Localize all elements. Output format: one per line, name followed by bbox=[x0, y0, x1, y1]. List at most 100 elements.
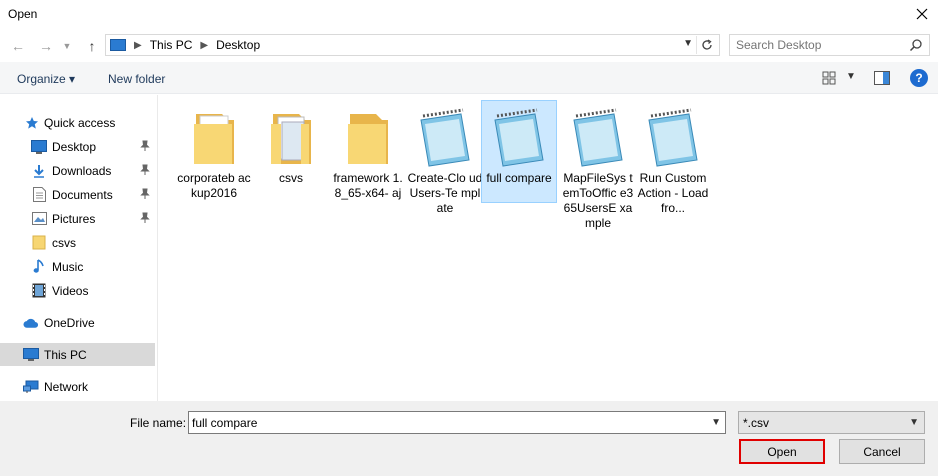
file-name: Create-Clo udUsers-Te mplate bbox=[407, 171, 483, 215]
address-dropdown-icon[interactable]: ▼ bbox=[683, 38, 693, 49]
document-icon bbox=[31, 187, 47, 203]
breadcrumb: ▶ This PC ▶ Desktop bbox=[134, 38, 260, 52]
file-item-mapfilesystem[interactable]: MapFileSys temToOffic e365UsersE xample bbox=[560, 100, 636, 235]
computer-icon bbox=[23, 347, 39, 363]
sidebar-item-documents[interactable]: Documents bbox=[0, 183, 155, 206]
picture-icon bbox=[31, 211, 47, 227]
sidebar-item-pictures[interactable]: Pictures bbox=[0, 207, 155, 230]
file-name: MapFileSys temToOffic e365UsersE xample bbox=[562, 171, 634, 230]
download-icon bbox=[31, 163, 47, 179]
sidebar-item-onedrive[interactable]: OneDrive bbox=[0, 311, 155, 334]
file-name: full compare bbox=[486, 171, 552, 185]
file-type-value: *.csv bbox=[743, 416, 770, 430]
close-button[interactable] bbox=[906, 0, 938, 28]
file-name-label: File name: bbox=[130, 416, 187, 430]
command-toolbar: Organize ▾ New folder ▼ ? bbox=[0, 62, 938, 94]
sidebar-item-label: Downloads bbox=[52, 163, 112, 178]
sidebar-item-label: OneDrive bbox=[44, 315, 95, 330]
title-bar: Open bbox=[0, 0, 938, 30]
forward-button[interactable]: → bbox=[36, 37, 56, 55]
music-note-icon bbox=[31, 259, 47, 275]
file-item-create-cloudusers-template[interactable]: Create-Clo udUsers-Te mplate bbox=[407, 100, 483, 235]
breadcrumb-this-pc[interactable]: This PC bbox=[150, 38, 193, 52]
recent-locations-button[interactable]: ▼ bbox=[60, 37, 74, 55]
sidebar-item-quick-access[interactable]: Quick access bbox=[0, 111, 155, 134]
forward-arrow-icon: → bbox=[39, 38, 53, 54]
chevron-down-icon: ▼ bbox=[62, 41, 72, 51]
sidebar-item-label: Network bbox=[44, 379, 89, 394]
sidebar-item-videos[interactable]: Videos bbox=[0, 279, 155, 302]
cancel-button[interactable]: Cancel bbox=[839, 439, 925, 464]
file-item-full-compare[interactable]: full compare bbox=[481, 100, 557, 203]
change-view-icon[interactable] bbox=[822, 71, 836, 85]
cloud-icon bbox=[23, 315, 39, 331]
file-item-corporatebackup2016[interactable]: corporateb ackup2016 bbox=[176, 100, 252, 235]
file-name-input[interactable] bbox=[192, 416, 702, 430]
sidebar-item-label: Documents bbox=[52, 187, 113, 202]
notepad-icon bbox=[648, 108, 698, 167]
sidebar-item-label: Music bbox=[52, 259, 84, 274]
sidebar-item-network[interactable]: Network bbox=[0, 375, 155, 398]
pin-icon[interactable] bbox=[140, 188, 150, 200]
pin-icon[interactable] bbox=[140, 212, 150, 224]
search-box[interactable] bbox=[729, 34, 930, 56]
search-input[interactable] bbox=[736, 38, 906, 52]
network-icon bbox=[23, 379, 39, 395]
sidebar-item-label: Quick access bbox=[44, 115, 116, 130]
address-bar[interactable]: ▶ This PC ▶ Desktop ▼ bbox=[105, 34, 720, 56]
help-button[interactable]: ? bbox=[910, 69, 928, 87]
file-name: csvs bbox=[279, 171, 303, 185]
breadcrumb-separator-icon[interactable]: ▶ bbox=[134, 40, 142, 51]
notepad-icon bbox=[494, 108, 544, 167]
view-options-dropdown-icon[interactable]: ▼ bbox=[846, 71, 856, 82]
organize-button[interactable]: Organize ▾ bbox=[17, 72, 75, 86]
folder-icon bbox=[348, 114, 388, 164]
sidebar-item-label: This PC bbox=[44, 347, 87, 362]
refresh-icon bbox=[701, 39, 712, 50]
pin-icon[interactable] bbox=[140, 164, 150, 176]
desktop-icon bbox=[31, 139, 47, 155]
pin-icon[interactable] bbox=[140, 140, 150, 152]
notepad-icon bbox=[420, 108, 470, 167]
back-button[interactable]: ← bbox=[8, 37, 28, 55]
close-icon bbox=[916, 8, 928, 20]
breadcrumb-desktop[interactable]: Desktop bbox=[216, 38, 260, 52]
file-item-csvs[interactable]: csvs bbox=[253, 100, 329, 235]
sidebar-item-label: Videos bbox=[52, 283, 89, 298]
address-row: ← → ▼ ↑ ▶ This PC ▶ Desktop ▼ bbox=[0, 31, 938, 61]
this-pc-icon bbox=[110, 39, 126, 51]
folder-icon bbox=[194, 114, 234, 164]
file-type-select[interactable]: *.csv ▼ bbox=[738, 411, 925, 434]
file-name: framework 1.8_65-x64- aj bbox=[333, 171, 403, 200]
up-button[interactable]: ↑ bbox=[82, 37, 102, 55]
refresh-button[interactable] bbox=[696, 36, 716, 54]
sidebar-item-desktop[interactable]: Desktop bbox=[0, 135, 155, 158]
star-icon bbox=[24, 115, 40, 131]
up-arrow-icon: ↑ bbox=[88, 38, 96, 54]
file-item-run-custom-action[interactable]: Run Custom Action - Load fro... bbox=[635, 100, 711, 235]
preview-pane-icon[interactable] bbox=[874, 71, 890, 85]
sidebar-item-downloads[interactable]: Downloads bbox=[0, 159, 155, 182]
open-button[interactable]: Open bbox=[739, 439, 825, 464]
dialog-footer: File name: ▼ *.csv ▼ Open Cancel bbox=[0, 401, 938, 476]
sidebar-item-csvs[interactable]: csvs bbox=[0, 231, 155, 254]
notepad-icon bbox=[573, 108, 623, 167]
sidebar-item-music[interactable]: Music bbox=[0, 255, 155, 278]
file-list: corporateb ackup2016 csvs framework 1.8_… bbox=[159, 95, 938, 401]
window-title: Open bbox=[8, 7, 38, 21]
navigation-pane: Quick access Desktop Downloads Documents… bbox=[0, 95, 158, 401]
chevron-down-icon: ▼ bbox=[909, 417, 919, 428]
search-icon[interactable] bbox=[909, 38, 923, 52]
file-name: corporateb ackup2016 bbox=[177, 171, 251, 200]
film-icon bbox=[31, 283, 47, 299]
back-arrow-icon: ← bbox=[11, 38, 25, 54]
sidebar-item-this-pc[interactable]: This PC bbox=[0, 343, 155, 366]
chevron-down-icon[interactable]: ▼ bbox=[711, 417, 721, 428]
folder-icon bbox=[31, 235, 47, 251]
sidebar-item-label: Pictures bbox=[52, 211, 96, 226]
file-name: Run Custom Action - Load fro... bbox=[637, 171, 709, 215]
new-folder-button[interactable]: New folder bbox=[108, 72, 165, 86]
file-item-framework1-8[interactable]: framework 1.8_65-x64- aj bbox=[330, 100, 406, 235]
breadcrumb-separator-icon[interactable]: ▶ bbox=[200, 40, 208, 51]
file-name-combobox[interactable]: ▼ bbox=[188, 411, 726, 434]
